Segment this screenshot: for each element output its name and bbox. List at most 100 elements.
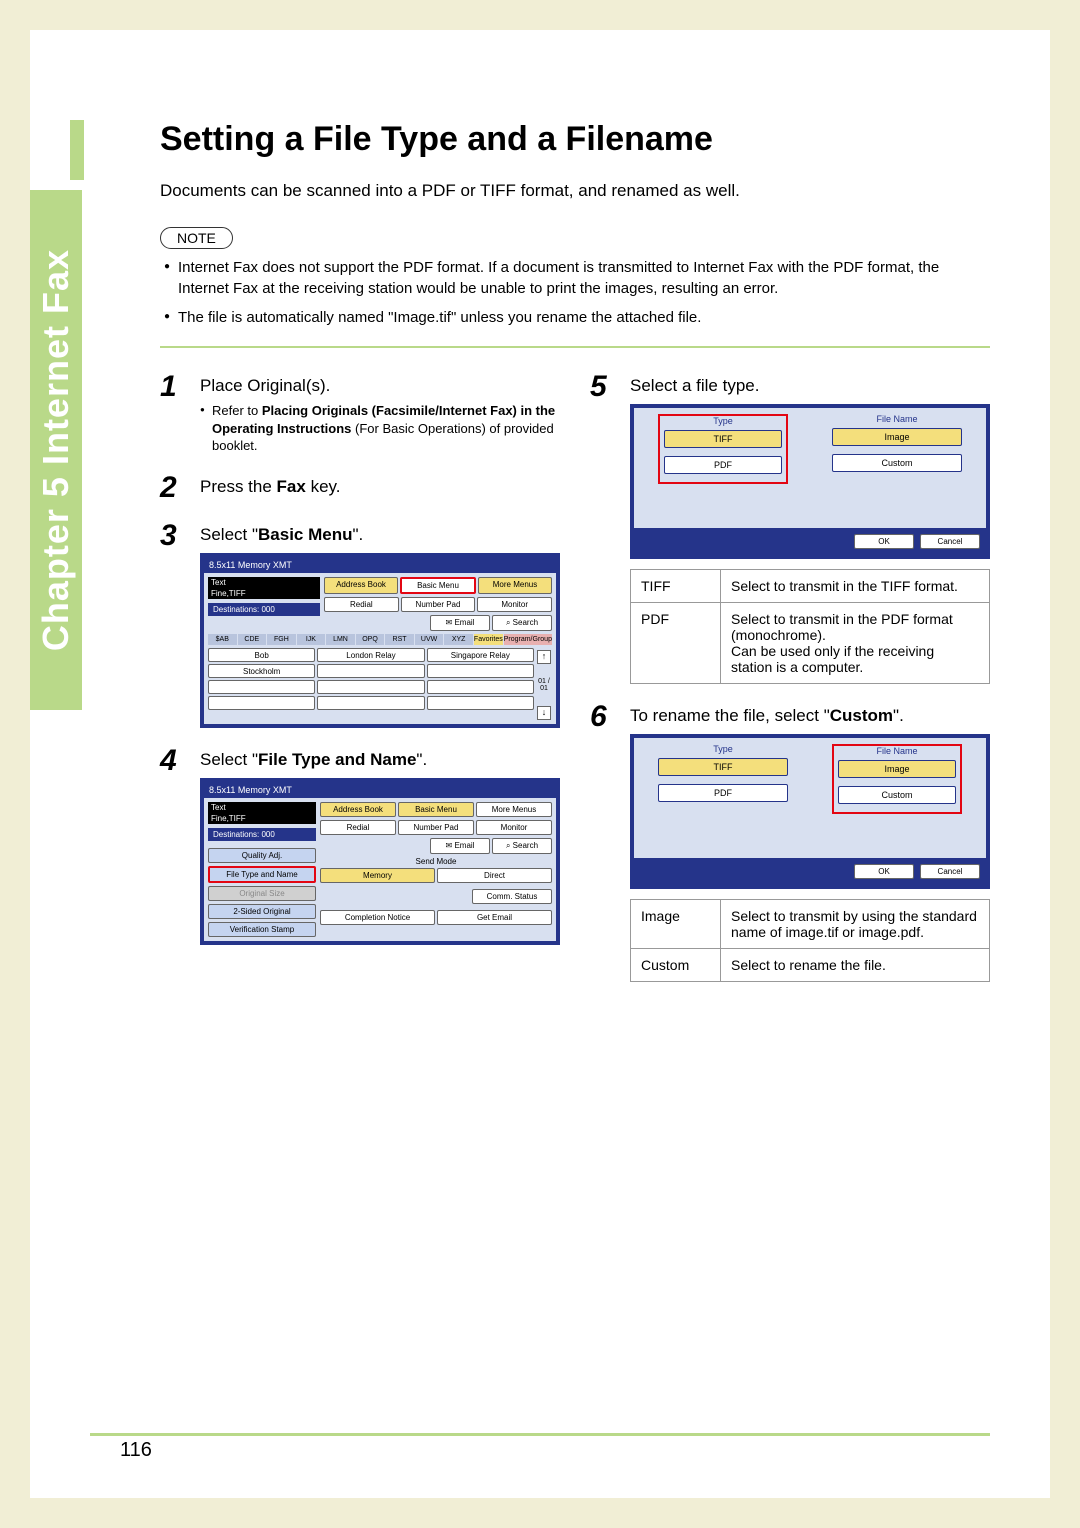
note-badge: NOTE (160, 227, 233, 249)
page-number: 116 (120, 1439, 152, 1462)
step-number: 6 (590, 702, 616, 982)
option-tiff[interactable]: TIFF (658, 758, 788, 776)
screen-button-more-menus[interactable]: More Menus (476, 802, 552, 817)
option-custom[interactable]: Custom (838, 786, 956, 804)
option-pdf[interactable]: PDF (664, 456, 782, 474)
screen-button-basic-menu[interactable]: Basic Menu (400, 577, 476, 594)
intro-text: Documents can be scanned into a PDF or T… (160, 181, 990, 201)
screen-title: 8.5x11 Memory XMT (209, 560, 292, 570)
option-custom[interactable]: Custom (832, 454, 962, 472)
table-cell: Select to transmit in the TIFF format. (721, 570, 990, 603)
page-title: Setting a File Type and a Filename (160, 120, 990, 159)
screen-button-address-book[interactable]: Address Book (320, 802, 396, 817)
screen-button-monitor[interactable]: Monitor (477, 597, 552, 612)
screen-button-2sided[interactable]: 2-Sided Original (208, 904, 316, 919)
file-name-screen: Type TIFF PDF File Name Image Custom (630, 734, 990, 889)
screen-button-redial[interactable]: Redial (320, 820, 396, 835)
contact-button[interactable]: London Relay (317, 648, 424, 662)
destinations-bar: Destinations: 000 (208, 828, 316, 841)
screen-button-search[interactable]: ⌕ Search (492, 838, 552, 854)
chapter-side-label: Chapter 5 Internet Fax (35, 249, 77, 651)
option-image[interactable]: Image (838, 760, 956, 778)
screen-button-email[interactable]: ✉ Email (430, 838, 490, 854)
screen-button-original-size: Original Size (208, 886, 316, 901)
screen-button-monitor[interactable]: Monitor (476, 820, 552, 835)
step-subtext: Refer to Placing Originals (Facsimile/In… (200, 402, 560, 455)
filename-label: File Name (838, 746, 956, 756)
step-6: 6 To rename the file, select "Custom". T… (590, 702, 990, 982)
table-cell: Select to rename the file. (721, 949, 990, 982)
screen-button-direct[interactable]: Direct (437, 868, 552, 883)
step-text: Select a file type. (630, 376, 990, 396)
table-cell: PDF (631, 603, 721, 684)
contact-button[interactable] (317, 664, 424, 678)
footer-rule (90, 1433, 990, 1436)
step-number: 4 (160, 746, 186, 945)
accent-bar (70, 120, 84, 180)
file-type-table: TIFFSelect to transmit in the TIFF forma… (630, 569, 990, 684)
filename-label: File Name (832, 414, 962, 424)
step-3: 3 Select "Basic Menu". 8.5x11 Memory XMT (160, 521, 560, 728)
cancel-button[interactable]: Cancel (920, 864, 980, 879)
screen-title: 8.5x11 Memory XMT (209, 785, 292, 795)
screen-button-quality-adj[interactable]: Quality Adj. (208, 848, 316, 863)
step-2: 2 Press the Fax key. (160, 473, 560, 503)
screen-button-memory[interactable]: Memory (320, 868, 435, 883)
step-number: 5 (590, 372, 616, 684)
note-item: The file is automatically named "Image.t… (164, 307, 990, 328)
type-label: Type (664, 416, 782, 426)
option-tiff[interactable]: TIFF (664, 430, 782, 448)
screen-button-get-email[interactable]: Get Email (437, 910, 552, 925)
fax-screen-basic-menu: 8.5x11 Memory XMT Text Fine,TIFF Destina… (200, 553, 560, 728)
scroll-index: 01 / 01 (536, 678, 552, 692)
step-number: 1 (160, 372, 186, 455)
scroll-up-icon[interactable]: ↑ (537, 650, 551, 664)
contact-button[interactable] (427, 664, 534, 678)
ok-button[interactable]: OK (854, 864, 914, 879)
step-1: 1 Place Original(s). Refer to Placing Or… (160, 372, 560, 455)
scroll-down-icon[interactable]: ↓ (537, 706, 551, 720)
destinations-bar: Destinations: 000 (208, 603, 320, 616)
step-text: Place Original(s). (200, 376, 560, 396)
contact-button[interactable]: Singapore Relay (427, 648, 534, 662)
chapter-side-tab: Chapter 5 Internet Fax (30, 190, 82, 710)
screen-button-number-pad[interactable]: Number Pad (401, 597, 476, 612)
option-image[interactable]: Image (832, 428, 962, 446)
screen-button-search[interactable]: ⌕ Search (492, 615, 552, 631)
mode-line: Fine,TIFF (208, 588, 320, 599)
table-cell: Select to transmit by using the standard… (721, 900, 990, 949)
step-4: 4 Select "File Type and Name". 8.5x11 Me… (160, 746, 560, 945)
ok-button[interactable]: OK (854, 534, 914, 549)
step-number: 3 (160, 521, 186, 728)
screen-button-completion-notice[interactable]: Completion Notice (320, 910, 435, 925)
step-5: 5 Select a file type. Type TIFF PDF (590, 372, 990, 684)
screen-button-number-pad[interactable]: Number Pad (398, 820, 474, 835)
screen-button-basic-menu[interactable]: Basic Menu (398, 802, 474, 817)
screen-button-comm-status[interactable]: Comm. Status (472, 889, 552, 904)
screen-button-email[interactable]: ✉ Email (430, 615, 490, 631)
step-text: Select "Basic Menu". (200, 525, 560, 545)
screen-button-address-book[interactable]: Address Book (324, 577, 398, 594)
table-cell: Image (631, 900, 721, 949)
screen-button-file-type-and-name[interactable]: File Type and Name (208, 866, 316, 883)
screen-button-verification-stamp[interactable]: Verification Stamp (208, 922, 316, 937)
cancel-button[interactable]: Cancel (920, 534, 980, 549)
note-list: Internet Fax does not support the PDF fo… (160, 257, 990, 328)
step-text: Select "File Type and Name". (200, 750, 560, 770)
section-divider (160, 346, 990, 348)
send-mode-label: Send Mode (320, 857, 552, 866)
table-cell: Custom (631, 949, 721, 982)
option-pdf[interactable]: PDF (658, 784, 788, 802)
file-type-screen: Type TIFF PDF File Name Image Custom (630, 404, 990, 559)
mode-line: Text (208, 577, 320, 588)
type-label: Type (658, 744, 788, 754)
fax-screen-file-type-name: 8.5x11 Memory XMT Text Fine,TIFF Destina… (200, 778, 560, 945)
step-text: Press the Fax key. (200, 477, 560, 497)
screen-button-more-menus[interactable]: More Menus (478, 577, 552, 594)
table-cell: Select to transmit in the PDF format (mo… (721, 603, 990, 684)
file-name-table: ImageSelect to transmit by using the sta… (630, 899, 990, 982)
alpha-tabs[interactable]: $ABCDEFGHIJKLMNOPQRSTUVWXYZFavoritesProg… (208, 634, 552, 645)
contact-button[interactable]: Bob (208, 648, 315, 662)
screen-button-redial[interactable]: Redial (324, 597, 399, 612)
contact-button[interactable]: Stockholm (208, 664, 315, 678)
